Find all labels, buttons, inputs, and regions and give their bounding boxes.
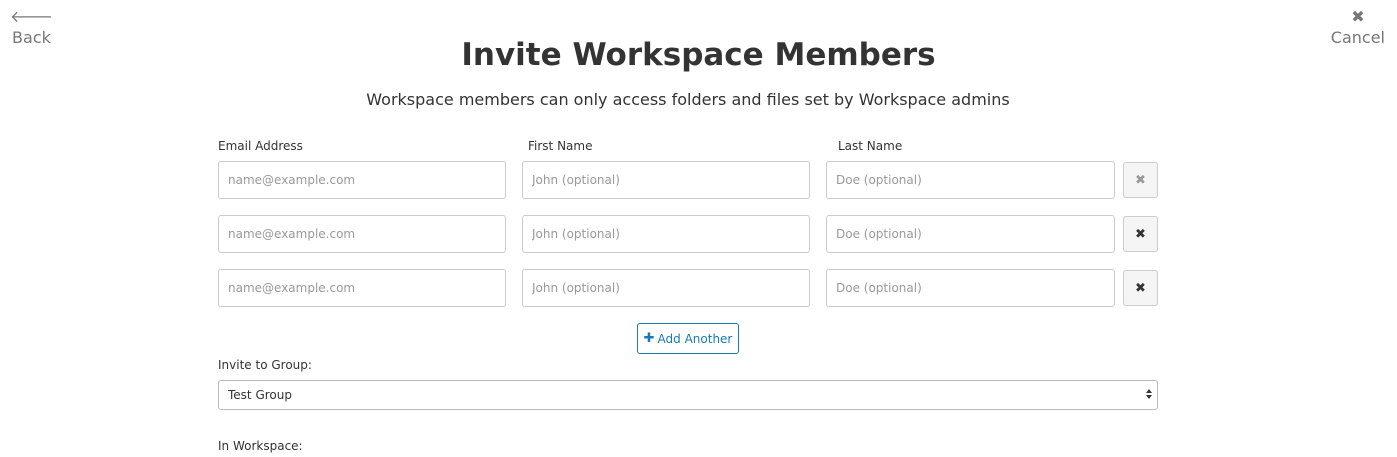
email-field-3[interactable]	[218, 269, 506, 307]
last-name-field-1[interactable]	[826, 161, 1115, 199]
first-name-column-label: First Name	[528, 139, 593, 153]
first-name-field-2[interactable]	[522, 215, 810, 253]
in-workspace-label: In Workspace:	[218, 439, 303, 453]
first-name-field-1[interactable]	[522, 161, 810, 199]
group-select-value: Test Group	[228, 388, 292, 402]
add-another-label: Add Another	[657, 331, 733, 346]
select-arrows-icon	[1146, 389, 1152, 399]
plus-icon: ✚	[643, 331, 655, 346]
email-field-1[interactable]	[218, 161, 506, 199]
invite-members-page: 🡐 Back ✖ Cancel Invite Workspace Members…	[0, 0, 1397, 457]
close-icon: ✖	[1135, 280, 1146, 296]
last-name-field-3[interactable]	[826, 269, 1115, 307]
arrow-left-icon: 🡐	[10, 7, 53, 26]
page-title: Invite Workspace Members	[461, 37, 936, 73]
close-icon: ✖	[1135, 172, 1146, 188]
remove-row-button-1[interactable]: ✖	[1123, 162, 1158, 198]
page-subtitle: Workspace members can only access folder…	[366, 90, 1010, 109]
last-name-column-label: Last Name	[838, 139, 903, 153]
close-icon: ✖	[1351, 7, 1365, 26]
add-another-button[interactable]: ✚ Add Another	[637, 323, 739, 354]
last-name-field-2[interactable]	[826, 215, 1115, 253]
email-column-label: Email Address	[218, 139, 303, 153]
close-icon: ✖	[1135, 226, 1146, 242]
email-field-2[interactable]	[218, 215, 506, 253]
group-select[interactable]: Test Group	[218, 380, 1158, 410]
remove-row-button-2[interactable]: ✖	[1123, 216, 1158, 252]
invite-to-group-label: Invite to Group:	[218, 358, 312, 372]
first-name-field-3[interactable]	[522, 269, 810, 307]
remove-row-button-3[interactable]: ✖	[1123, 270, 1158, 306]
